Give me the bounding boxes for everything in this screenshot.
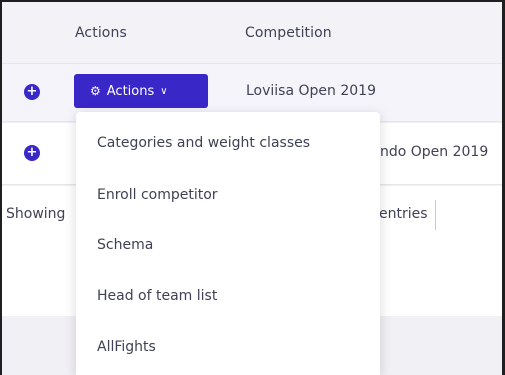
expand-row-icon[interactable]: + — [24, 145, 40, 161]
menu-item-allfights[interactable]: AllFights — [97, 339, 156, 355]
table-header: Actions Competition — [2, 2, 502, 64]
menu-item-schema[interactable]: Schema — [97, 237, 153, 253]
chevron-down-icon: ∨ — [160, 85, 168, 97]
competition-cell: ndo Open 2019 — [380, 144, 489, 160]
entries-info-text: entries — [379, 206, 428, 222]
actions-dropdown-menu: Categories and weight classes Enroll com… — [76, 112, 380, 375]
text-cursor — [435, 200, 436, 230]
gear-icon: ⚙ — [90, 84, 101, 98]
app-frame: Actions Competition + Loviisa Open 2019 … — [0, 0, 505, 375]
expand-row-icon[interactable]: + — [24, 84, 40, 100]
column-header-actions[interactable]: Actions — [75, 25, 127, 41]
menu-item-enroll-competitor[interactable]: Enroll competitor — [97, 187, 218, 203]
actions-dropdown-button[interactable]: ⚙ Actions ∨ — [74, 74, 208, 108]
menu-item-head-of-team-list[interactable]: Head of team list — [97, 288, 217, 304]
actions-button-label: Actions — [106, 83, 155, 99]
showing-info-text: Showing — [6, 206, 66, 222]
menu-item-categories[interactable]: Categories and weight classes — [97, 135, 310, 151]
competition-cell: Loviisa Open 2019 — [246, 83, 376, 99]
column-header-competition[interactable]: Competition — [245, 25, 332, 41]
